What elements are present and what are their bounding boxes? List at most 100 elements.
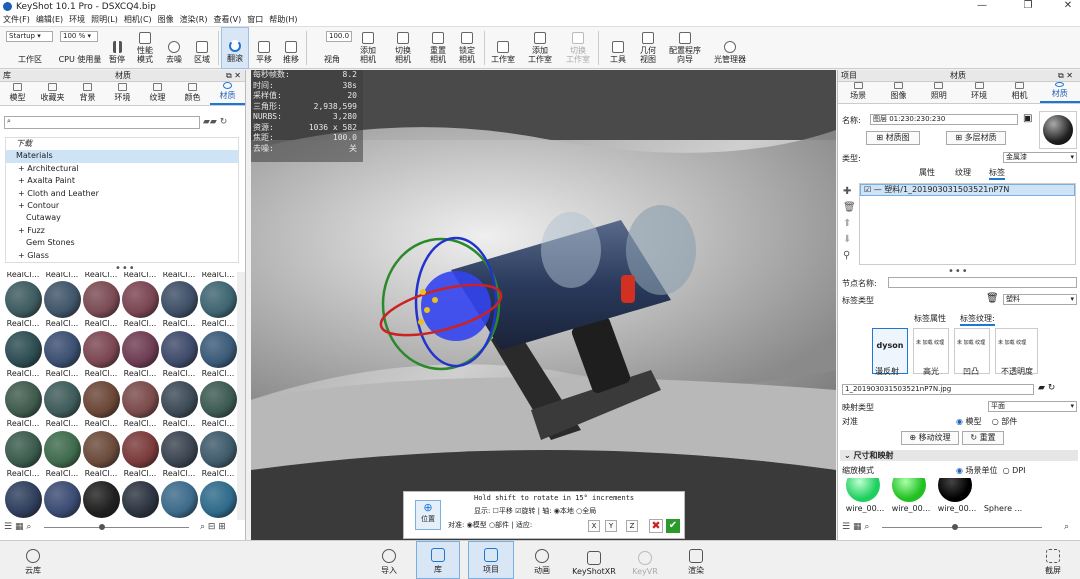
material-thumbnail[interactable] bbox=[122, 331, 159, 368]
subtab-textures[interactable]: 纹理 bbox=[955, 167, 971, 178]
tab-material[interactable]: 材质 bbox=[1039, 82, 1080, 103]
animation-button[interactable]: 动画 bbox=[526, 541, 558, 579]
material-thumbnail[interactable] bbox=[200, 431, 237, 468]
add-camera-button[interactable]: 添加 相机 bbox=[355, 27, 381, 69]
material-thumbnail[interactable] bbox=[83, 281, 120, 318]
light-manager-button[interactable]: 光管理器 bbox=[710, 27, 750, 69]
tab-environment[interactable]: 环境 bbox=[959, 82, 999, 103]
tab-camera[interactable]: 相机 bbox=[999, 82, 1039, 103]
zoom-out-icon[interactable]: ⌕ bbox=[26, 522, 31, 532]
tab-materials[interactable]: 材质 bbox=[210, 82, 245, 105]
tree-item-downloads[interactable]: 下载 bbox=[6, 138, 238, 150]
maximize-button[interactable]: ❐ bbox=[1018, 0, 1038, 11]
grid-view-icon[interactable]: ▦ bbox=[15, 522, 24, 532]
tab-backgrounds[interactable]: 背景 bbox=[70, 82, 105, 105]
move-down-icon[interactable]: ⬇ bbox=[843, 232, 856, 248]
keyvr-button[interactable]: KeyVR bbox=[628, 541, 662, 579]
trash-icon[interactable]: 🗑 bbox=[986, 293, 999, 304]
tab-image[interactable]: 图像 bbox=[878, 82, 918, 103]
material-thumbnail[interactable] bbox=[161, 431, 198, 468]
dolly-button[interactable]: 推移 bbox=[278, 27, 304, 69]
grid-view-icon[interactable]: ▦ bbox=[853, 522, 862, 532]
material-thumbnail[interactable] bbox=[122, 481, 159, 518]
menu-render[interactable]: 渲染(R) bbox=[177, 14, 211, 25]
import-button[interactable]: 导入 bbox=[374, 541, 404, 579]
material-thumbnail[interactable] bbox=[161, 331, 198, 368]
refresh-icon[interactable]: ↻ bbox=[1048, 383, 1056, 393]
region-button[interactable]: 区域 bbox=[189, 27, 215, 69]
material-thumbnail[interactable] bbox=[83, 381, 120, 418]
material-thumbnail[interactable] bbox=[5, 331, 42, 368]
switch-camera-button[interactable]: 切换 相机 bbox=[390, 27, 416, 69]
folder-add-icon[interactable]: ▰ bbox=[210, 117, 217, 127]
close-button[interactable]: ✕ bbox=[1058, 0, 1078, 11]
label-mode-icon[interactable]: ⚲ bbox=[843, 248, 856, 264]
switch-studio-button[interactable]: 切换 工作室 bbox=[563, 27, 593, 69]
tab-lighting[interactable]: 照明 bbox=[919, 82, 959, 103]
tree-item[interactable]: + Fuzz bbox=[6, 225, 238, 237]
cpu-usage-button[interactable]: CPU 使用量 bbox=[56, 27, 104, 69]
tab-scene[interactable]: 场景 bbox=[838, 82, 878, 103]
material-thumbnail[interactable] bbox=[83, 331, 120, 368]
material-thumb[interactable] bbox=[892, 478, 926, 502]
dpi-radio[interactable]: ○ bbox=[1003, 466, 1010, 475]
open-folder-icon[interactable]: ▰ bbox=[1038, 383, 1045, 393]
menu-environment[interactable]: 环境 bbox=[66, 14, 88, 25]
material-name-input[interactable]: 图层 01:230:230:230 bbox=[870, 114, 1018, 125]
tree-item[interactable]: Cutaway bbox=[6, 212, 238, 224]
menu-view[interactable]: 查看(V) bbox=[210, 14, 244, 25]
material-thumbnail[interactable] bbox=[200, 381, 237, 418]
tab-environments[interactable]: 环境 bbox=[105, 82, 140, 105]
menu-lighting[interactable]: 照明(L) bbox=[88, 14, 121, 25]
configurator-wizard-button[interactable]: 配置程序 向导 bbox=[665, 27, 705, 69]
slider-handle[interactable] bbox=[952, 524, 958, 530]
add-studio-button[interactable]: 添加 工作室 bbox=[525, 27, 555, 69]
save-icon[interactable]: ▣ bbox=[1023, 113, 1032, 124]
material-thumbnail[interactable] bbox=[5, 481, 42, 518]
material-thumb[interactable] bbox=[846, 478, 880, 502]
menu-edit[interactable]: 编辑(E) bbox=[33, 14, 66, 25]
tab-models[interactable]: 模型 bbox=[0, 82, 35, 105]
thumbnail-scrollbar[interactable] bbox=[237, 272, 245, 520]
material-thumbnail[interactable] bbox=[161, 481, 198, 518]
menu-image[interactable]: 图像 bbox=[155, 14, 177, 25]
reset-camera-button[interactable]: 重置 相机 bbox=[425, 27, 451, 69]
material-thumbnail[interactable] bbox=[200, 331, 237, 368]
add-label-icon[interactable]: ✚ bbox=[843, 184, 856, 200]
tab-favorites[interactable]: 收藏夹 bbox=[35, 82, 70, 105]
refresh-icon[interactable]: ↻ bbox=[220, 117, 228, 127]
workspace-button[interactable]: 工作区 bbox=[12, 27, 48, 69]
texture-file-input[interactable]: 1_201903031503521nP7N.jpg bbox=[842, 384, 1034, 395]
material-thumbnail[interactable] bbox=[5, 431, 42, 468]
fit-z-button[interactable]: Z bbox=[626, 520, 638, 532]
list-view-icon[interactable]: ☰ bbox=[842, 522, 850, 532]
material-thumbnail[interactable] bbox=[161, 381, 198, 418]
zoom-in-icon[interactable]: ⌕ bbox=[1064, 522, 1069, 532]
zoom-in-icon[interactable]: ⌕ ⊟ ⊞ bbox=[200, 522, 226, 532]
cloud-library-button[interactable]: 云库 bbox=[18, 541, 48, 579]
tree-item[interactable]: + Axalta Paint bbox=[6, 175, 238, 187]
move-texture-button[interactable]: ⊕ 移动纹理 bbox=[901, 431, 959, 445]
render-button[interactable]: 渲染 bbox=[680, 541, 712, 579]
move-up-icon[interactable]: ⬆ bbox=[843, 216, 856, 232]
material-thumb[interactable] bbox=[938, 478, 972, 502]
undock-icon[interactable]: ⧉ ✕ bbox=[1058, 70, 1073, 81]
library-search-input[interactable]: ⌕ bbox=[4, 116, 200, 129]
perspective-button[interactable]: 视角 bbox=[312, 27, 352, 69]
node-name-input[interactable] bbox=[888, 277, 1077, 288]
keyshotxr-button[interactable]: KeyShotXR bbox=[570, 541, 618, 579]
library-toggle-button[interactable]: 库 bbox=[416, 541, 460, 579]
denoise-button[interactable]: 去噪 bbox=[161, 27, 187, 69]
tab-colors[interactable]: 颜色 bbox=[175, 82, 210, 105]
confirm-icon[interactable]: ✔ bbox=[666, 519, 680, 533]
mapping-type-select[interactable]: 平面 ▾ bbox=[988, 401, 1077, 412]
label-texture-tab[interactable]: 标签纹理: bbox=[960, 313, 995, 326]
undock-icon[interactable]: ⧉ ✕ bbox=[226, 70, 241, 81]
material-thumbnail[interactable] bbox=[83, 431, 120, 468]
lock-camera-button[interactable]: 锁定 相机 bbox=[454, 27, 480, 69]
menu-file[interactable]: 文件(F) bbox=[0, 14, 33, 25]
folder-open-icon[interactable]: ▰ bbox=[203, 117, 210, 127]
label-type-select[interactable]: 塑料 ▾ bbox=[1003, 294, 1077, 305]
pan-button[interactable]: 平移 bbox=[251, 27, 277, 69]
label-properties-tab[interactable]: 标签属性 bbox=[914, 313, 946, 324]
